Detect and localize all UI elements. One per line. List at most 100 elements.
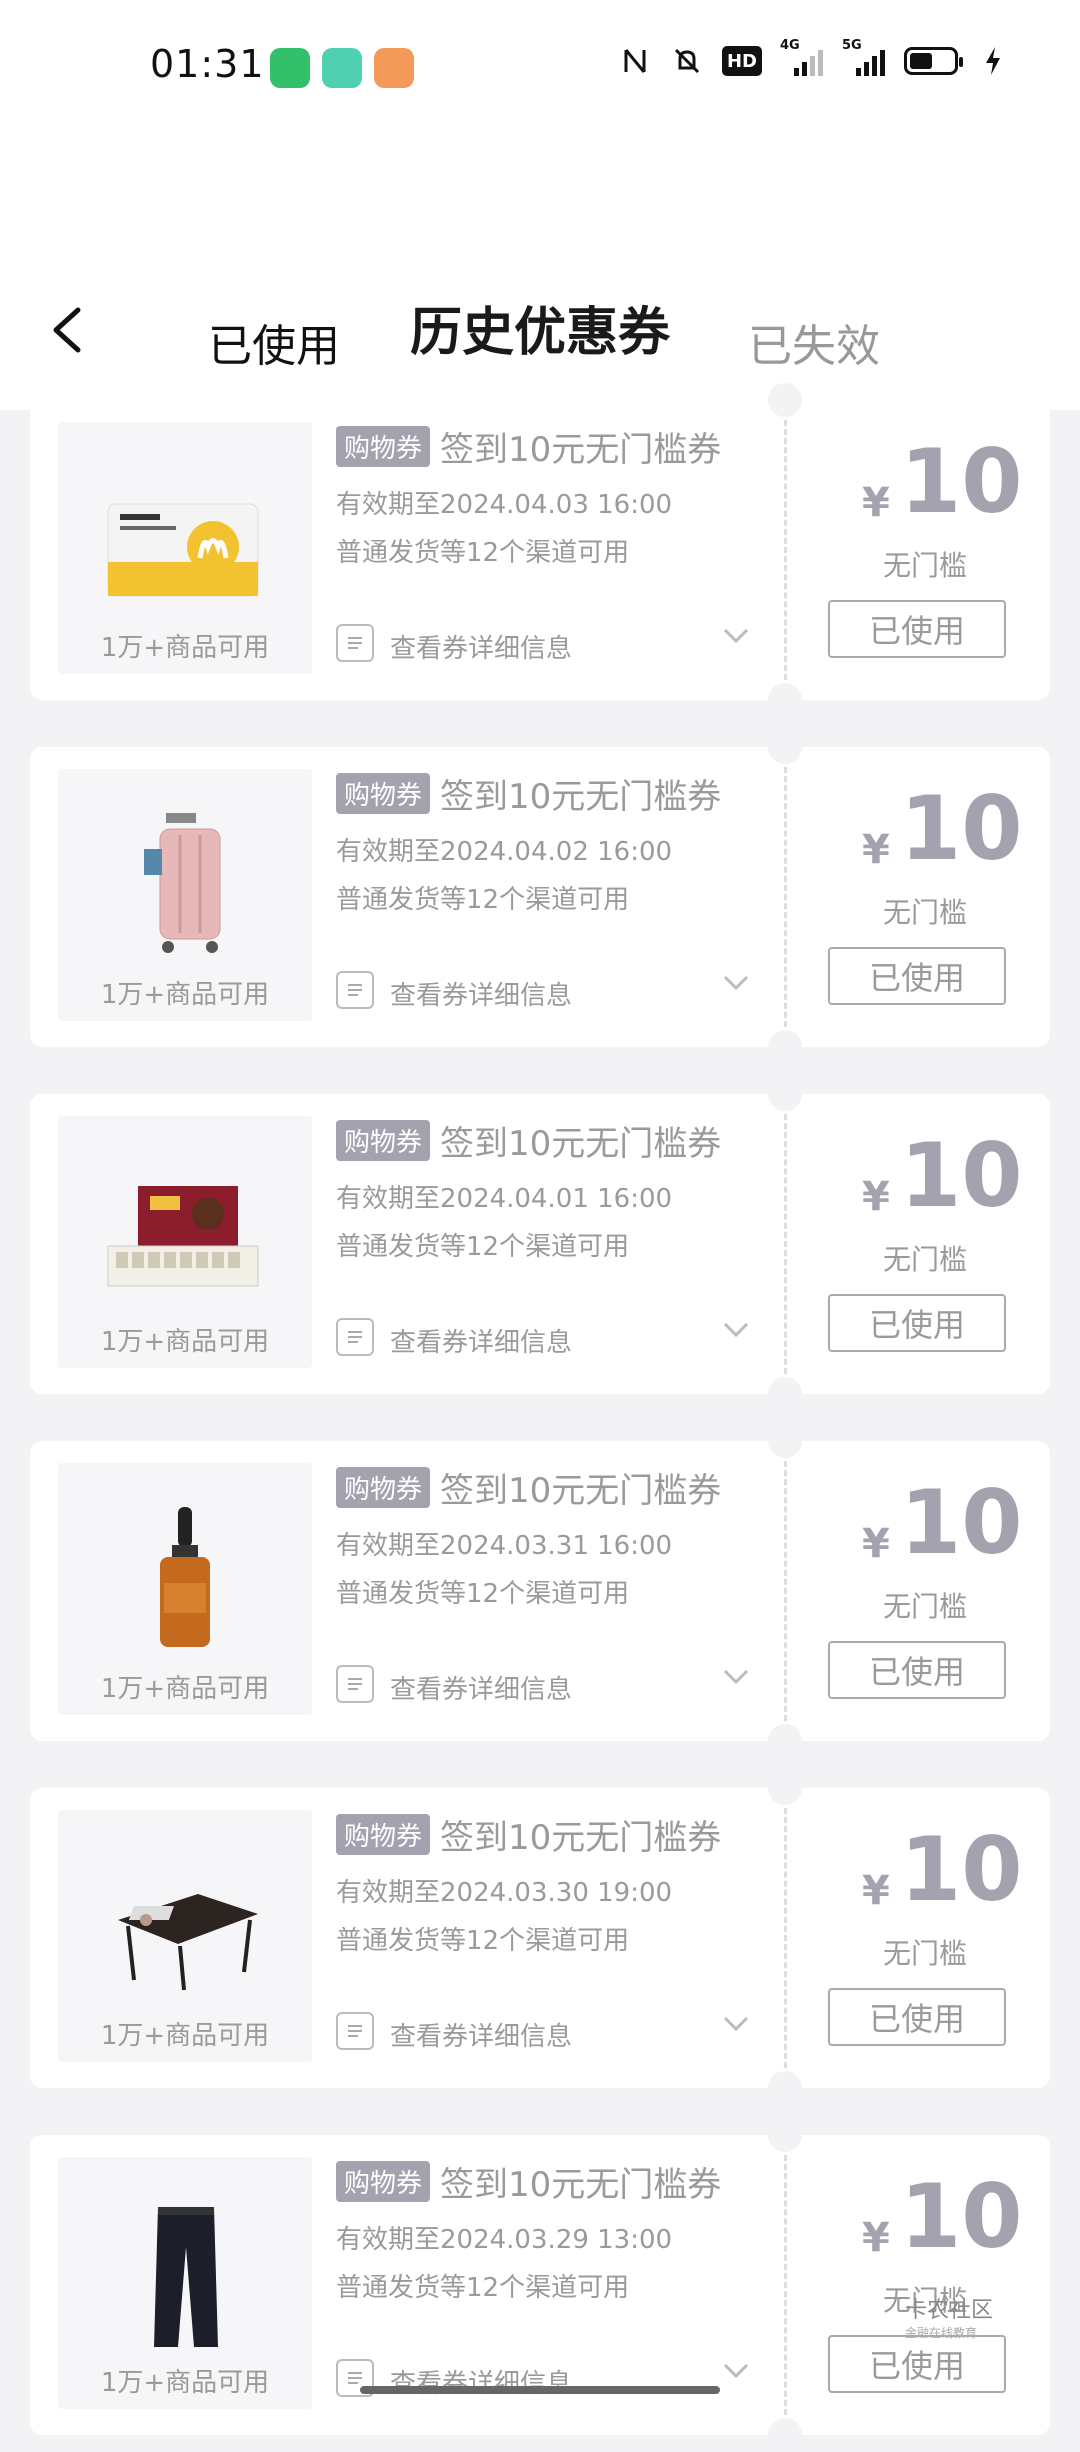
coupon-card[interactable]: 1万+商品可用 购物券 签到10元无门槛券 有效期至2024.04.02 16:00 普…: [30, 730, 1050, 1064]
detail-info-icon[interactable]: [336, 624, 374, 662]
chevron-down-icon[interactable]: [722, 1667, 750, 1687]
coupon-validity: 有效期至2024.04.03 16:00: [336, 490, 673, 520]
detail-info-icon[interactable]: [336, 2012, 374, 2050]
view-details-link[interactable]: 查看券详细信息: [390, 628, 572, 665]
used-status-button[interactable]: 已使用: [828, 947, 1006, 1005]
chevron-down-icon[interactable]: [722, 1320, 750, 1340]
coupon-amount: 10: [900, 1124, 1023, 1227]
coupon-amount: 10: [900, 1471, 1023, 1574]
used-status-button[interactable]: 已使用: [828, 1641, 1006, 1699]
currency-symbol: ¥: [862, 1868, 890, 1914]
coupon-notch: [768, 2118, 802, 2152]
product-image: [98, 1146, 272, 1316]
coupon-amount: 10: [900, 430, 1023, 533]
coupon-channels: 普通发货等12个渠道可用: [336, 538, 630, 568]
product-image: [98, 1840, 272, 2010]
coupon-notch: [768, 730, 802, 764]
tab-expired[interactable]: 已失效: [748, 310, 880, 374]
page-title: 历史优惠券: [409, 303, 670, 363]
product-thumbnail[interactable]: 1万+商品可用: [58, 422, 312, 674]
coupon-card[interactable]: 1万+商品可用 购物券 签到10元无门槛券 有效期至2024.04.01 16:00 普…: [30, 1077, 1050, 1411]
product-image: [98, 452, 272, 622]
coupon-validity: 有效期至2024.03.31 16:00: [336, 1531, 673, 1561]
hd-icon: HD: [722, 46, 762, 76]
chevron-down-icon[interactable]: [722, 2014, 750, 2034]
coupon-amount: 10: [900, 2165, 1023, 2268]
currency-symbol: ¥: [862, 480, 890, 526]
view-details-link[interactable]: 查看券详细信息: [390, 975, 572, 1012]
coupon-notch: [768, 683, 802, 717]
watermark-title: 卡农社区: [905, 2298, 994, 2323]
watermark: 卡农社区 金融在线教育: [905, 2300, 993, 2344]
coupon-name: 签到10元无门槛券: [440, 777, 722, 817]
coupon-divider: [784, 1808, 787, 2068]
wechat-app-icon: [270, 48, 310, 88]
coupon-notch: [768, 1724, 802, 1758]
status-icons: HD 4G 5G: [618, 38, 1010, 78]
watermark-subtitle: 金融在线教育: [905, 2326, 978, 2340]
coupon-channels: 普通发货等12个渠道可用: [336, 885, 630, 915]
thumbnail-caption: 1万+商品可用: [100, 2368, 270, 2398]
thumbnail-caption: 1万+商品可用: [100, 633, 270, 663]
product-thumbnail[interactable]: 1万+商品可用: [58, 769, 312, 1021]
5g-label: 5G: [842, 38, 862, 53]
chevron-down-icon[interactable]: [722, 2361, 750, 2381]
thumbnail-caption: 1万+商品可用: [100, 2021, 270, 2051]
coupon-notch: [768, 1424, 802, 1458]
detail-info-icon[interactable]: [336, 1318, 374, 1356]
shopping-app-icon: [374, 48, 414, 88]
coupon-notch: [768, 1377, 802, 1411]
coupon-validity: 有效期至2024.03.30 19:00: [336, 1878, 673, 1908]
home-indicator[interactable]: [360, 2386, 720, 2394]
coupon-amount: 10: [900, 777, 1023, 880]
currency-symbol: ¥: [862, 1174, 890, 1220]
coupon-notch: [768, 1030, 802, 1064]
charging-icon: [976, 44, 1010, 78]
product-thumbnail[interactable]: 1万+商品可用: [58, 1463, 312, 1715]
chevron-down-icon[interactable]: [722, 973, 750, 993]
coupon-divider: [784, 420, 787, 680]
coupon-channels: 普通发货等12个渠道可用: [336, 1232, 630, 1262]
coupon-name: 签到10元无门槛券: [440, 430, 722, 470]
product-thumbnail[interactable]: 1万+商品可用: [58, 1810, 312, 2062]
used-status-button[interactable]: 已使用: [828, 1294, 1006, 1352]
coupon-divider: [784, 2155, 787, 2415]
tab-used[interactable]: 已使用: [208, 310, 340, 374]
status-time: 01:31: [150, 42, 265, 86]
coupon-notch: [768, 2418, 802, 2452]
coupon-name: 签到10元无门槛券: [440, 1818, 722, 1858]
view-details-link[interactable]: 查看券详细信息: [390, 2363, 572, 2400]
thumbnail-caption: 1万+商品可用: [100, 1327, 270, 1357]
mute-icon: [670, 44, 704, 78]
thumbnail-caption: 1万+商品可用: [100, 1674, 270, 1704]
nfc-icon: [618, 44, 652, 78]
coupon-notch: [768, 1077, 802, 1111]
coupon-card[interactable]: 1万+商品可用 购物券 签到10元无门槛券有效期至2024.04.03 16:00 普…: [30, 383, 1050, 717]
detail-info-icon[interactable]: [336, 1665, 374, 1703]
product-image: [98, 1493, 272, 1663]
coupon-threshold: 无门槛: [882, 1243, 967, 1276]
coupon-validity: 有效期至2024.04.01 16:00: [336, 1184, 673, 1214]
view-details-link[interactable]: 查看券详细信息: [390, 2016, 572, 2053]
coupon-type-badge: 购物券: [336, 1467, 431, 1508]
detail-info-icon[interactable]: [336, 971, 374, 1009]
coupon-card[interactable]: 1万+商品可用 购物券 签到10元无门槛券 有效期至2024.03.30 19:00 普…: [30, 1771, 1050, 2105]
coupon-notch: [768, 1771, 802, 1805]
coupon-type-badge: 购物券: [336, 2161, 431, 2202]
coupon-type-badge: 购物券: [336, 426, 431, 467]
used-status-button[interactable]: 已使用: [828, 1988, 1006, 2046]
coupon-divider: [784, 1461, 787, 1721]
product-thumbnail[interactable]: 1万+商品可用: [58, 1116, 312, 1368]
chevron-down-icon[interactable]: [722, 626, 750, 646]
view-details-link[interactable]: 查看券详细信息: [390, 1669, 572, 1706]
coupon-validity: 有效期至2024.04.02 16:00: [336, 837, 673, 867]
view-details-link[interactable]: 查看券详细信息: [390, 1322, 572, 1359]
product-thumbnail[interactable]: 1万+商品可用: [58, 2157, 312, 2409]
coupon-name: 签到10元无门槛券: [440, 2165, 722, 2205]
hd-label: HD: [726, 50, 757, 72]
coupon-notch: [768, 383, 802, 417]
product-image: [98, 799, 272, 969]
used-status-button[interactable]: 已使用: [828, 600, 1006, 658]
coupon-card[interactable]: 1万+商品可用 购物券 签到10元无门槛券 有效期至2024.03.31 16:00 普…: [30, 1424, 1050, 1758]
coupon-threshold: 无门槛: [882, 896, 967, 929]
